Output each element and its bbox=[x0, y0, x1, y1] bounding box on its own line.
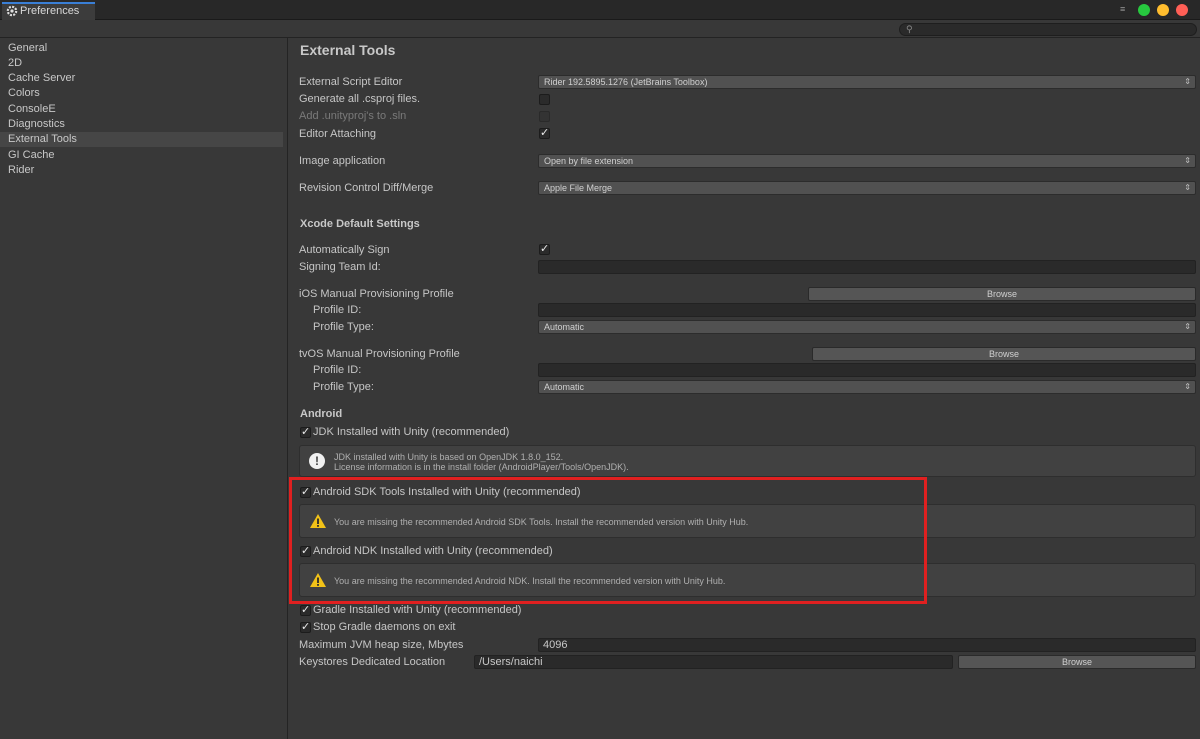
search-icon: ⚲ bbox=[906, 24, 913, 34]
revision-control-dropdown[interactable]: Apple File Merge ⇕ bbox=[538, 181, 1196, 195]
sidebar-item-2d[interactable]: 2D bbox=[0, 56, 283, 71]
sdk-checkbox[interactable]: ✓ bbox=[300, 487, 311, 498]
image-application-value: Open by file extension bbox=[544, 156, 634, 166]
auto-sign-label: Automatically Sign bbox=[299, 244, 390, 256]
auto-sign-checkbox[interactable]: ✓ bbox=[539, 244, 550, 255]
updown-arrow-icon: ⇕ bbox=[1184, 382, 1191, 391]
sidebar-item-gi-cache[interactable]: GI Cache bbox=[0, 148, 283, 163]
updown-arrow-icon: ⇕ bbox=[1184, 322, 1191, 331]
ios-profile-type-dropdown[interactable]: Automatic ⇕ bbox=[538, 320, 1196, 334]
ios-profile-type-value: Automatic bbox=[544, 322, 585, 332]
sidebar-item-cache-server[interactable]: Cache Server bbox=[0, 71, 283, 86]
minimize-button[interactable] bbox=[1157, 4, 1169, 16]
warning-icon bbox=[310, 573, 326, 587]
keystores-browse-button[interactable]: Browse bbox=[958, 655, 1196, 669]
external-script-editor-value: Rider 192.5895.1276 (JetBrains Toolbox) bbox=[544, 77, 708, 87]
revision-control-value: Apple File Merge bbox=[544, 183, 613, 193]
external-script-editor-label: External Script Editor bbox=[299, 76, 403, 88]
jdk-info-box: ! JDK installed with Unity is based on O… bbox=[299, 445, 1196, 477]
gradle-checkbox[interactable]: ✓ bbox=[300, 605, 311, 616]
xcode-section-title: Xcode Default Settings bbox=[300, 218, 420, 230]
tvos-profile-id-field[interactable] bbox=[538, 363, 1196, 377]
tab-title: Preferences bbox=[20, 5, 80, 17]
tvos-profile-type-dropdown[interactable]: Automatic ⇕ bbox=[538, 380, 1196, 394]
keystores-label: Keystores Dedicated Location bbox=[299, 656, 446, 668]
tvos-profile-label: tvOS Manual Provisioning Profile bbox=[299, 348, 460, 360]
jdk-checkbox[interactable]: ✓ bbox=[300, 427, 311, 438]
ios-profile-type-label: Profile Type: bbox=[313, 321, 374, 333]
add-unityproj-checkbox[interactable] bbox=[539, 111, 550, 122]
warning-icon bbox=[310, 514, 326, 528]
sidebar-item-colors[interactable]: Colors bbox=[0, 86, 283, 101]
sidebar-item-consolee[interactable]: ConsoleE bbox=[0, 102, 283, 117]
sidebar-item-rider[interactable]: Rider bbox=[0, 163, 283, 178]
generate-csproj-checkbox[interactable] bbox=[539, 94, 550, 105]
ios-profile-id-label: Profile ID: bbox=[313, 304, 362, 316]
keystores-field[interactable]: /Users/naichi bbox=[474, 655, 953, 669]
editor-attaching-checkbox[interactable]: ✓ bbox=[539, 128, 550, 139]
ndk-label: Android NDK Installed with Unity (recomm… bbox=[313, 545, 553, 557]
ios-browse-button[interactable]: Browse bbox=[808, 287, 1196, 301]
tvos-profile-type-label: Profile Type: bbox=[313, 381, 374, 393]
stop-gradle-label: Stop Gradle daemons on exit bbox=[313, 621, 456, 633]
sidebar: General 2D Cache Server Colors ConsoleE … bbox=[0, 38, 288, 739]
tvos-profile-id-label: Profile ID: bbox=[313, 364, 362, 376]
jdk-label: JDK Installed with Unity (recommended) bbox=[313, 426, 510, 438]
updown-arrow-icon: ⇕ bbox=[1184, 77, 1191, 86]
image-application-label: Image application bbox=[299, 155, 386, 167]
info-icon: ! bbox=[309, 453, 325, 469]
android-section-title: Android bbox=[300, 408, 343, 420]
ndk-warning-box: You are missing the recommended Android … bbox=[299, 563, 1196, 597]
title-bar: Preferences ≡ bbox=[0, 0, 1200, 20]
sidebar-item-external-tools[interactable]: External Tools bbox=[0, 132, 283, 147]
ios-profile-id-field[interactable] bbox=[538, 303, 1196, 317]
add-unityproj-label: Add .unityproj's to .sln bbox=[299, 110, 407, 122]
jvm-heap-field[interactable]: 4096 bbox=[538, 638, 1196, 652]
generate-csproj-label: Generate all .csproj files. bbox=[299, 93, 421, 105]
signing-team-id-field[interactable] bbox=[538, 260, 1196, 274]
jdk-info-line2: License information is in the install fo… bbox=[334, 462, 629, 472]
gradle-label: Gradle Installed with Unity (recommended… bbox=[313, 604, 522, 616]
stop-gradle-checkbox[interactable]: ✓ bbox=[300, 622, 311, 633]
sdk-label: Android SDK Tools Installed with Unity (… bbox=[313, 486, 581, 498]
image-application-dropdown[interactable]: Open by file extension ⇕ bbox=[538, 154, 1196, 168]
ndk-checkbox[interactable]: ✓ bbox=[300, 546, 311, 557]
ndk-warning-text: You are missing the recommended Android … bbox=[334, 576, 726, 586]
sdk-warning-box: You are missing the recommended Android … bbox=[299, 504, 1196, 538]
gear-icon bbox=[6, 5, 18, 17]
editor-attaching-label: Editor Attaching bbox=[299, 128, 377, 140]
maximize-button[interactable] bbox=[1138, 4, 1150, 16]
updown-arrow-icon: ⇕ bbox=[1184, 156, 1191, 165]
ios-profile-label: iOS Manual Provisioning Profile bbox=[299, 288, 454, 300]
page-title: External Tools bbox=[300, 42, 396, 58]
signing-team-id-label: Signing Team Id: bbox=[299, 261, 381, 273]
updown-arrow-icon: ⇕ bbox=[1184, 183, 1191, 192]
external-script-editor-dropdown[interactable]: Rider 192.5895.1276 (JetBrains Toolbox) … bbox=[538, 75, 1196, 89]
jvm-heap-label: Maximum JVM heap size, Mbytes bbox=[299, 639, 464, 651]
revision-control-label: Revision Control Diff/Merge bbox=[299, 182, 434, 194]
tvos-browse-button[interactable]: Browse bbox=[812, 347, 1196, 361]
search-input[interactable]: ⚲ bbox=[899, 23, 1197, 36]
close-button[interactable] bbox=[1176, 4, 1188, 16]
sidebar-item-general[interactable]: General bbox=[0, 41, 283, 56]
sidebar-item-diagnostics[interactable]: Diagnostics bbox=[0, 117, 283, 132]
sdk-warning-text: You are missing the recommended Android … bbox=[334, 517, 749, 527]
jdk-info-line1: JDK installed with Unity is based on Ope… bbox=[334, 452, 564, 462]
tvos-profile-type-value: Automatic bbox=[544, 382, 585, 392]
menu-icon[interactable]: ≡ bbox=[1120, 4, 1134, 14]
tab-preferences[interactable]: Preferences bbox=[2, 2, 95, 20]
